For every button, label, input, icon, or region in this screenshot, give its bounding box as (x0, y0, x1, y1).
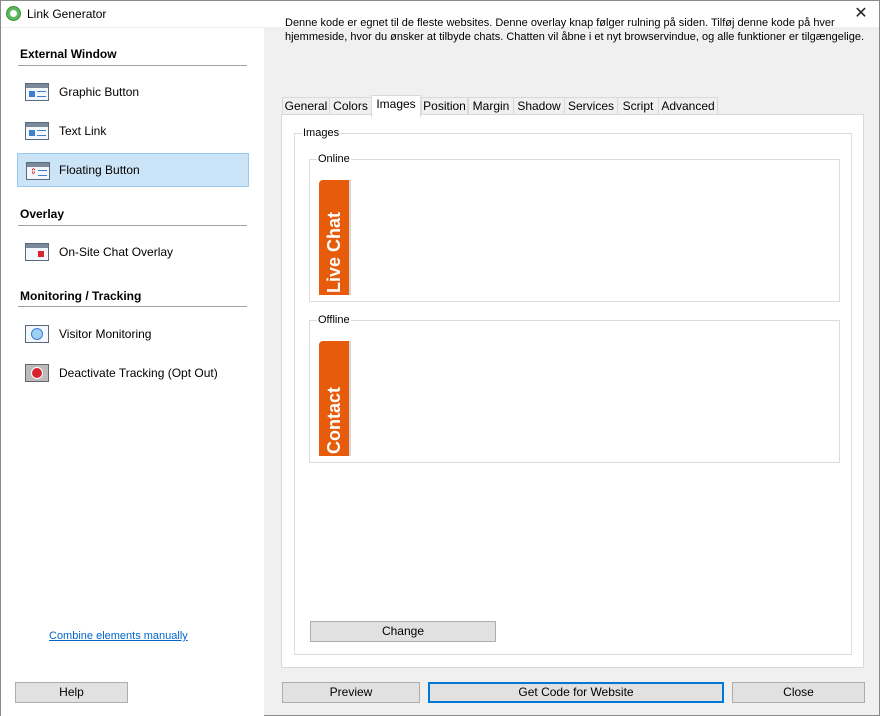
online-group-label: Online (317, 152, 351, 166)
section-divider (18, 65, 247, 66)
sidebar-item-visitor-monitoring[interactable]: Visitor Monitoring (17, 317, 249, 351)
offline-button-preview: Contact (319, 341, 349, 456)
sidebar-item-graphic-button[interactable]: Graphic Button (17, 75, 249, 109)
sidebar-item-label: Deactivate Tracking (Opt Out) (59, 366, 218, 380)
online-button-preview: Live Chat (319, 180, 349, 295)
help-button[interactable]: Help (15, 682, 128, 703)
offline-group-label: Offline (317, 313, 351, 327)
sidebar-item-label: Visitor Monitoring (59, 327, 152, 341)
change-button[interactable]: Change (310, 621, 496, 642)
floating-button-icon: ⇕ (26, 162, 50, 180)
sidebar: External Window Graphic Button Text Link… (1, 28, 264, 716)
sidebar-item-label: Floating Button (59, 163, 140, 177)
images-group-label: Images (302, 126, 341, 140)
get-code-button[interactable]: Get Code for Website (428, 682, 724, 703)
section-title-monitoring: Monitoring / Tracking (20, 289, 142, 303)
images-groupbox: Images Online Live Chat Offline Contact … (294, 126, 852, 655)
visitor-monitoring-icon (25, 325, 49, 343)
section-title-external-window: External Window (20, 47, 117, 61)
sidebar-item-floating-button[interactable]: ⇕ Floating Button (17, 153, 249, 187)
online-preview-text: Live Chat (324, 211, 344, 293)
combine-elements-link[interactable]: Combine elements manually (49, 630, 188, 642)
window-title: Link Generator (27, 7, 107, 21)
sidebar-item-label: On-Site Chat Overlay (59, 245, 174, 259)
chat-overlay-icon (25, 243, 49, 261)
tab-images[interactable]: Images (371, 95, 421, 117)
images-tab-page: Images Online Live Chat Offline Contact … (281, 114, 864, 668)
section-title-overlay: Overlay (20, 207, 65, 221)
close-button[interactable]: Close (732, 682, 865, 703)
sidebar-item-deactivate-tracking[interactable]: Deactivate Tracking (Opt Out) (17, 356, 249, 390)
deactivate-tracking-icon (25, 364, 49, 382)
sidebar-item-chat-overlay[interactable]: On-Site Chat Overlay (17, 235, 249, 269)
link-generator-window: Link Generator ✕ External Window Graphic… (0, 0, 880, 716)
sidebar-item-label: Graphic Button (59, 85, 140, 99)
offline-preview-text: Contact (324, 387, 344, 454)
offline-groupbox: Offline Contact (309, 313, 840, 463)
app-icon (6, 6, 21, 21)
sidebar-item-text-link[interactable]: Text Link (17, 114, 249, 148)
online-groupbox: Online Live Chat (309, 152, 840, 302)
sidebar-item-label: Text Link (59, 124, 107, 138)
section-divider (18, 306, 247, 307)
graphic-button-icon (25, 83, 49, 101)
preview-button[interactable]: Preview (282, 682, 420, 703)
description-text: Denne kode er egnet til de fleste websit… (285, 17, 865, 43)
section-divider (18, 225, 247, 226)
text-link-icon (25, 122, 49, 140)
